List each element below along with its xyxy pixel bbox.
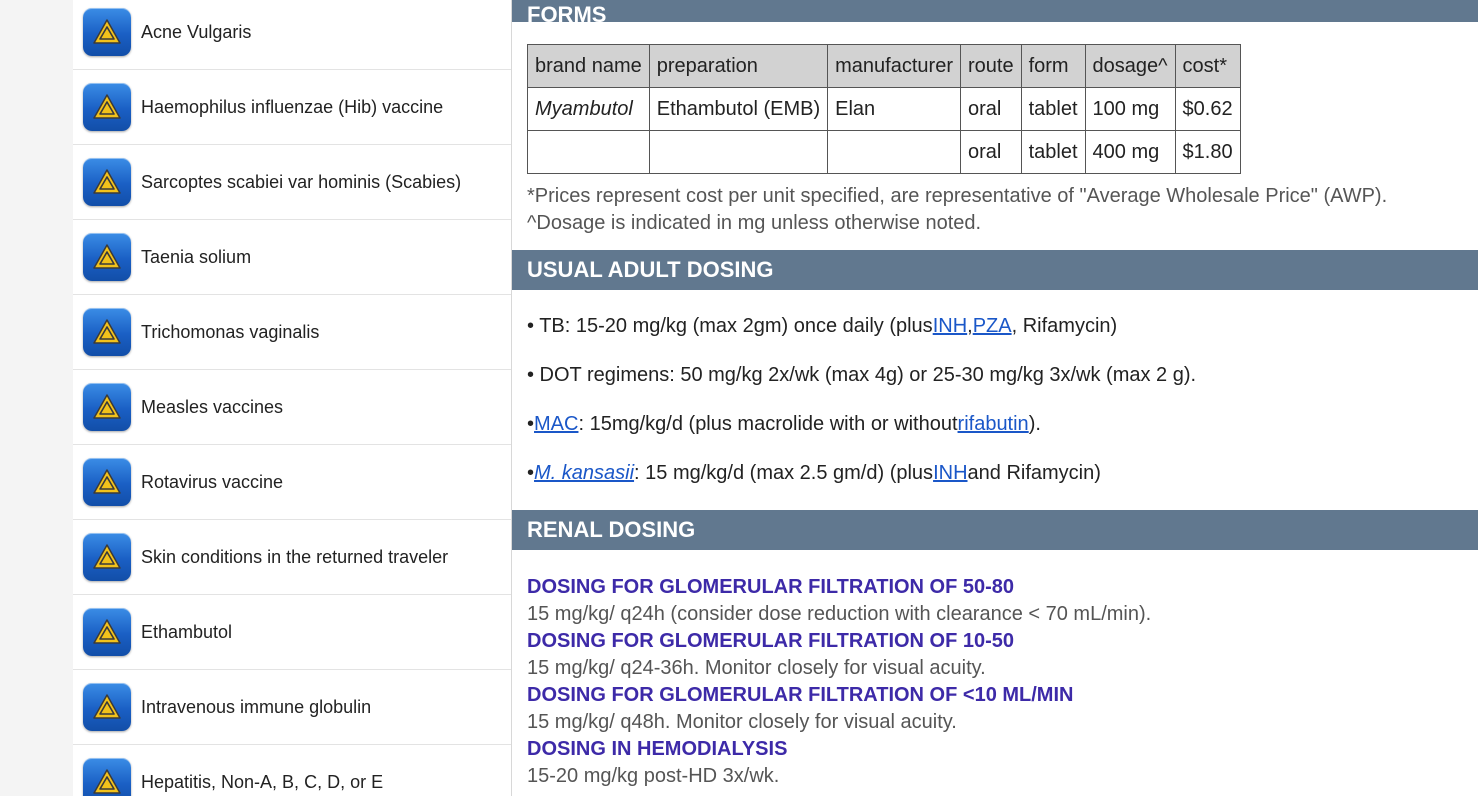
renal-entry-text: 15 mg/kg/ q24-36h. Monitor closely for v… — [527, 657, 986, 679]
rifabutin-link[interactable]: rifabutin — [958, 413, 1029, 436]
table-row: oral tablet 400 mg $1.80 — [527, 130, 1241, 174]
renal-dosing-header: RENAL DOSING — [512, 510, 1478, 550]
pza-link[interactable]: PZA — [973, 315, 1012, 338]
warning-triangle-icon — [83, 533, 131, 581]
list-item-label: Rotavirus vaccine — [141, 471, 284, 492]
bullet-text: • DOT regimens: 50 mg/kg 2x/wk (max 4g) … — [527, 364, 1197, 386]
bullet-text: : 15mg/kg/d (plus macrolide with or with… — [578, 413, 958, 435]
warning-triangle-icon — [83, 308, 131, 356]
renal-dosing-title: RENAL DOSING — [527, 517, 696, 542]
list-item-label: Intravenous immune globulin — [141, 696, 372, 717]
bullet-text: : 15 mg/kg/d (max 2.5 gm/d) (plus — [634, 462, 934, 484]
table-cell: $1.80 — [1174, 130, 1241, 174]
warning-triangle-icon — [83, 8, 131, 56]
warning-triangle-icon — [83, 383, 131, 431]
table-row: Myambutol Ethambutol (EMB) Elan oral tab… — [527, 87, 1241, 131]
list-item[interactable]: Measles vaccines — [73, 370, 511, 445]
table-cell: oral — [959, 87, 1022, 131]
column-header: route — [959, 44, 1022, 88]
warning-triangle-icon — [83, 683, 131, 731]
list-item[interactable]: Taenia solium — [73, 220, 511, 295]
column-header: cost* — [1174, 44, 1241, 88]
renal-entry-heading: DOSING FOR GLOMERULAR FILTRATION OF 50-8… — [527, 576, 1015, 598]
forms-title: FORMS — [527, 2, 607, 22]
mac-link[interactable]: MAC — [534, 413, 578, 436]
column-header: manufacturer — [827, 44, 961, 88]
table-cell — [648, 130, 829, 174]
dosing-bullet-tb: • TB: 15-20 mg/kg (max 2gm) once daily (… — [527, 302, 1478, 351]
warning-triangle-icon — [83, 233, 131, 281]
warning-triangle-icon — [83, 608, 131, 656]
table-cell — [827, 130, 961, 174]
forms-table-header-row: brand name preparation manufacturer rout… — [527, 44, 1241, 88]
table-cell: 100 mg — [1084, 87, 1176, 131]
list-item-label: Measles vaccines — [141, 396, 284, 417]
bullet-text: ). — [1028, 413, 1041, 435]
table-cell: tablet — [1020, 87, 1086, 131]
list-item-label: Taenia solium — [141, 246, 252, 267]
list-item-label: Acne Vulgaris — [141, 21, 252, 42]
bullet-text: • — [527, 462, 535, 484]
table-cell: Ethambutol (EMB) — [648, 87, 829, 131]
dosage-note: ^Dosage is indicated in mg unless otherw… — [527, 212, 982, 234]
renal-entry-text: 15-20 mg/kg post-HD 3x/wk. — [527, 765, 780, 787]
inh-link[interactable]: INH — [933, 462, 967, 485]
column-header: preparation — [648, 44, 829, 88]
list-item-label: Haemophilus influenzae (Hib) vaccine — [141, 96, 444, 117]
table-cell: tablet — [1020, 130, 1086, 174]
column-header: dosage^ — [1084, 44, 1176, 88]
left-gutter — [0, 0, 73, 796]
dosing-bullet-dot: • DOT regimens: 50 mg/kg 2x/wk (max 4g) … — [527, 351, 1478, 400]
warning-triangle-icon — [83, 83, 131, 131]
column-header: form — [1020, 44, 1086, 88]
list-item[interactable]: Rotavirus vaccine — [73, 445, 511, 520]
forms-table: brand name preparation manufacturer rout… — [527, 44, 1241, 174]
list-item[interactable]: Intravenous immune globulin — [73, 670, 511, 745]
list-item[interactable]: Trichomonas vaginalis — [73, 295, 511, 370]
renal-entry-heading: DOSING IN HEMODIALYSIS — [527, 738, 788, 760]
list-item-label: Skin conditions in the returned traveler — [141, 546, 449, 567]
table-cell: oral — [959, 130, 1022, 174]
renal-entry-heading: DOSING FOR GLOMERULAR FILTRATION OF <10 … — [527, 684, 1074, 706]
renal-entry-heading: DOSING FOR GLOMERULAR FILTRATION OF 10-5… — [527, 630, 1015, 652]
table-cell — [527, 130, 650, 174]
dosing-bullet-kansasii: • M. kansasii: 15 mg/kg/d (max 2.5 gm/d)… — [527, 449, 1478, 498]
drug-detail-pane[interactable]: FORMS brand name preparation manufacture… — [512, 0, 1478, 796]
dosing-bullet-mac: • MAC: 15mg/kg/d (plus macrolide with or… — [527, 400, 1478, 449]
adult-dosing-title: USUAL ADULT DOSING — [527, 257, 774, 282]
table-cell: 400 mg — [1084, 130, 1176, 174]
bullet-text: , Rifamycin) — [1011, 315, 1118, 337]
list-item[interactable]: Hepatitis, Non-A, B, C, D, or E — [73, 745, 511, 796]
inh-link[interactable]: INH — [933, 315, 967, 338]
renal-dosing-list: DOSING FOR GLOMERULAR FILTRATION OF 50-8… — [512, 550, 1478, 790]
list-item-label: Trichomonas vaginalis — [141, 321, 320, 342]
topic-list[interactable]: Acne Vulgaris Haemophilus influenzae (Hib… — [73, 0, 512, 796]
forms-section-header: FORMS — [512, 0, 1478, 22]
adult-dosing-list: • TB: 15-20 mg/kg (max 2gm) once daily (… — [512, 290, 1478, 498]
list-item-label: Hepatitis, Non-A, B, C, D, or E — [141, 771, 384, 792]
bullet-text: • — [527, 413, 535, 435]
list-item[interactable]: Ethambutol — [73, 595, 511, 670]
table-cell: $0.62 — [1174, 87, 1241, 131]
list-item[interactable]: Haemophilus influenzae (Hib) vaccine — [73, 70, 511, 145]
warning-triangle-icon — [83, 158, 131, 206]
m-kansasii-link[interactable]: M. kansasii — [534, 462, 634, 485]
bullet-text: • TB: 15-20 mg/kg (max 2gm) once daily (… — [527, 315, 933, 337]
table-cell: Myambutol — [527, 87, 650, 131]
price-note: *Prices represent cost per unit specifie… — [527, 185, 1388, 207]
list-item[interactable]: Skin conditions in the returned traveler — [73, 520, 511, 595]
table-cell: Elan — [827, 87, 961, 131]
list-item[interactable]: Acne Vulgaris — [73, 0, 511, 70]
warning-triangle-icon — [83, 458, 131, 506]
list-item-label: Ethambutol — [141, 621, 233, 642]
column-header: brand name — [527, 44, 650, 88]
renal-entry-text: 15 mg/kg/ q48h. Monitor closely for visu… — [527, 711, 957, 733]
bullet-text: and Rifamycin) — [967, 462, 1101, 484]
adult-dosing-header: USUAL ADULT DOSING — [512, 250, 1478, 290]
warning-triangle-icon — [83, 758, 131, 796]
list-item[interactable]: Sarcoptes scabiei var hominis (Scabies) — [73, 145, 511, 220]
list-item-label: Sarcoptes scabiei var hominis (Scabies) — [141, 171, 462, 192]
renal-entry-text: 15 mg/kg/ q24h (consider dose reduction … — [527, 603, 1152, 625]
